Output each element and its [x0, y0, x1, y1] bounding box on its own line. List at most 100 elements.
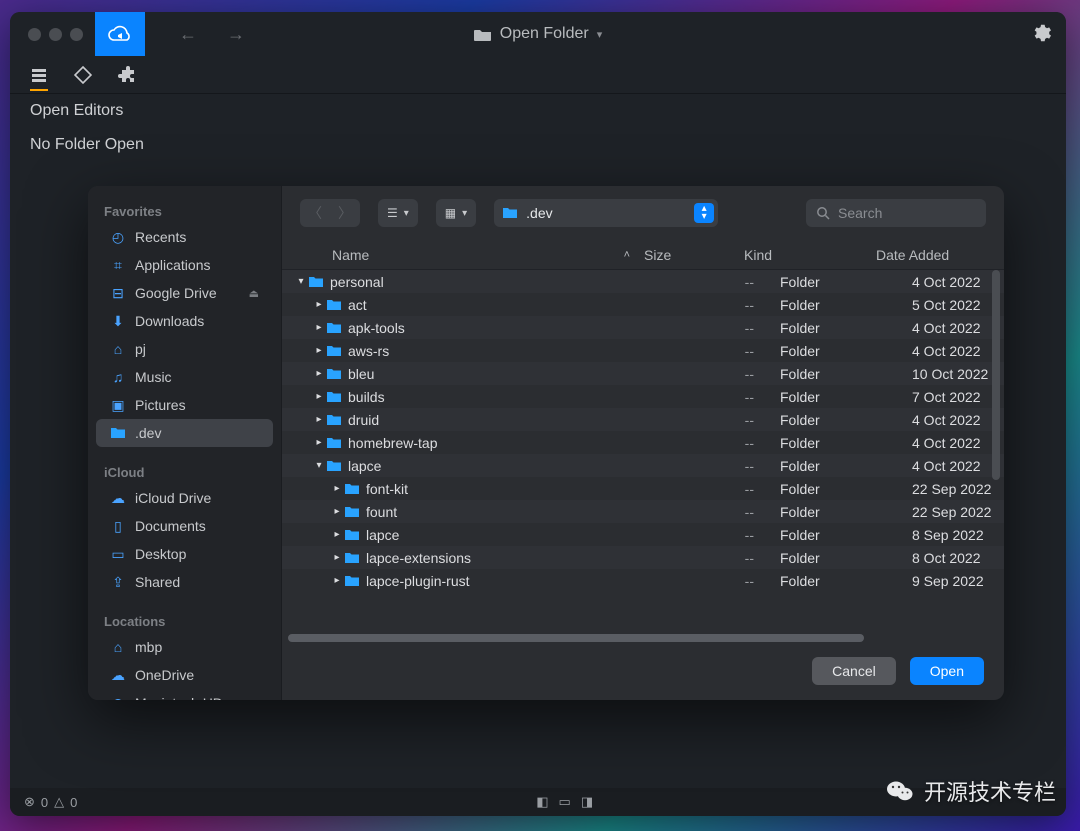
chevron-down-icon[interactable]: ▾ [597, 28, 603, 41]
file-row[interactable]: ▸lapce--Folder8 Sep 2022 [282, 523, 1004, 546]
file-name: lapce [366, 527, 399, 543]
file-name: bleu [348, 366, 374, 382]
sidebar-item-recents[interactable]: ◴Recents [96, 223, 273, 251]
sidebar-item--dev[interactable]: .dev [96, 419, 273, 447]
path-popup[interactable]: .dev ▴▾ [494, 199, 718, 227]
chevron-right-icon[interactable]: ▸ [312, 322, 326, 333]
sidebar-item-pj[interactable]: ⌂pj [96, 335, 273, 363]
sidebar-item-music[interactable]: ♫Music [96, 363, 273, 391]
chevron-right-icon[interactable]: ▸ [312, 391, 326, 402]
file-row[interactable]: ▸apk-tools--Folder4 Oct 2022 [282, 316, 1004, 339]
chevron-right-icon[interactable]: ▸ [330, 552, 344, 563]
open-editors-header[interactable]: Open Editors [10, 94, 306, 128]
tab-extensions[interactable] [118, 66, 136, 84]
layout-sidebar-icon[interactable]: ◧ [536, 794, 548, 810]
gear-icon [1030, 22, 1052, 44]
chevron-right-icon[interactable]: ▸ [312, 345, 326, 356]
col-size[interactable]: Size [644, 247, 744, 263]
chevron-right-icon[interactable]: ▸ [330, 483, 344, 494]
file-row[interactable]: ▸aws-rs--Folder4 Oct 2022 [282, 339, 1004, 362]
file-date: 4 Oct 2022 [912, 458, 1004, 474]
chevron-right-icon[interactable]: ▸ [312, 414, 326, 425]
folder-icon [326, 391, 342, 403]
chevron-down-icon[interactable]: ▾ [312, 460, 326, 471]
folder-icon [474, 27, 492, 41]
forward-button[interactable]: 〉 [330, 199, 360, 227]
sidebar-item-label: Recents [135, 229, 186, 245]
sidebar-item-google-drive[interactable]: ⊟Google Drive⏏ [96, 279, 273, 307]
chevron-down-icon[interactable]: ▾ [294, 276, 308, 287]
file-kind: Folder [780, 389, 912, 405]
error-icon[interactable]: ⊗ [24, 794, 35, 810]
nav-back-icon[interactable]: ← [179, 24, 197, 45]
file-row[interactable]: ▸lapce-extensions--Folder8 Oct 2022 [282, 546, 1004, 569]
file-row[interactable]: ▸lapce-plugin-rust--Folder9 Sep 2022 [282, 569, 1004, 592]
file-row[interactable]: ▸act--Folder5 Oct 2022 [282, 293, 1004, 316]
sidebar-item-shared[interactable]: ⇪Shared [96, 568, 273, 596]
chevron-right-icon[interactable]: ▸ [330, 575, 344, 586]
back-button[interactable]: 〈 [300, 199, 330, 227]
file-size: -- [680, 320, 780, 336]
chevron-right-icon[interactable]: ▸ [330, 529, 344, 540]
file-size: -- [680, 274, 780, 290]
sidebar-item-macintosh-hd[interactable]: ⊘Macintosh HD [96, 689, 273, 700]
file-row[interactable]: ▸bleu--Folder10 Oct 2022 [282, 362, 1004, 385]
chevron-right-icon[interactable]: ▸ [312, 299, 326, 310]
layout-secondary-icon[interactable]: ◨ [581, 794, 593, 810]
folder-icon [326, 299, 342, 311]
tab-source-control[interactable] [74, 66, 92, 84]
file-list[interactable]: ▾personal--Folder4 Oct 2022▸act--Folder5… [282, 270, 1004, 642]
file-size: -- [680, 550, 780, 566]
eject-icon[interactable]: ⏏ [249, 287, 259, 300]
nav-forward-icon[interactable]: → [227, 24, 245, 45]
sidebar-item-pictures[interactable]: ▣Pictures [96, 391, 273, 419]
dialog-sidebar[interactable]: Favorites◴Recents⌗Applications⊟Google Dr… [88, 186, 282, 700]
file-date: 22 Sep 2022 [912, 481, 1004, 497]
file-row[interactable]: ▸font-kit--Folder22 Sep 2022 [282, 477, 1004, 500]
app-window: ← → Open Folder ▾ Open Editors No Folder… [10, 12, 1066, 816]
file-name: lapce-extensions [366, 550, 471, 566]
view-mode-list[interactable]: ☰▾ [378, 199, 418, 227]
file-row[interactable]: ▸druid--Folder4 Oct 2022 [282, 408, 1004, 431]
sidebar-item-mbp[interactable]: ⌂mbp [96, 633, 273, 661]
col-date[interactable]: Date Added [876, 247, 1004, 263]
sidebar-item-downloads[interactable]: ⬇Downloads [96, 307, 273, 335]
sort-asc-icon: ˄ [624, 249, 630, 261]
search-field[interactable]: Search [806, 199, 986, 227]
file-row[interactable]: ▸fount--Folder22 Sep 2022 [282, 500, 1004, 523]
sidebar-item-label: Documents [135, 518, 206, 534]
zoom-window-dot[interactable] [70, 28, 83, 41]
dialog-footer: Cancel Open [282, 642, 1004, 700]
vertical-scrollbar[interactable] [992, 270, 1000, 480]
file-row[interactable]: ▸homebrew-tap--Folder4 Oct 2022 [282, 431, 1004, 454]
file-kind: Folder [780, 343, 912, 359]
tab-explorer[interactable] [30, 67, 48, 91]
group-mode[interactable]: ▦▾ [436, 199, 476, 227]
minimize-window-dot[interactable] [49, 28, 62, 41]
wechat-icon [886, 779, 914, 803]
col-name[interactable]: Name ˄ [332, 247, 644, 263]
warning-icon[interactable]: △ [54, 794, 64, 810]
sidebar-item-onedrive[interactable]: ☁OneDrive [96, 661, 273, 689]
sidebar-item-applications[interactable]: ⌗Applications [96, 251, 273, 279]
chevron-right-icon[interactable]: ▸ [312, 437, 326, 448]
chevron-right-icon[interactable]: ▸ [330, 506, 344, 517]
chevron-right-icon[interactable]: ▸ [312, 368, 326, 379]
col-kind[interactable]: Kind [744, 247, 876, 263]
sidebar-item-label: OneDrive [135, 667, 194, 683]
nav-arrows: ← → [179, 24, 245, 45]
no-folder-open-label: No Folder Open [10, 128, 306, 162]
cancel-button[interactable]: Cancel [812, 657, 896, 685]
file-name: lapce-plugin-rust [366, 573, 470, 589]
file-row[interactable]: ▾personal--Folder4 Oct 2022 [282, 270, 1004, 293]
close-window-dot[interactable] [28, 28, 41, 41]
file-row[interactable]: ▾lapce--Folder4 Oct 2022 [282, 454, 1004, 477]
sidebar-item-desktop[interactable]: ▭Desktop [96, 540, 273, 568]
sidebar-item-icloud-drive[interactable]: ☁iCloud Drive [96, 484, 273, 512]
open-button[interactable]: Open [910, 657, 984, 685]
layout-panel-icon[interactable]: ▭ [559, 794, 571, 810]
settings-button[interactable] [1030, 22, 1052, 44]
sidebar-item-documents[interactable]: ▯Documents [96, 512, 273, 540]
app-logo-button[interactable] [95, 12, 145, 56]
file-row[interactable]: ▸builds--Folder7 Oct 2022 [282, 385, 1004, 408]
